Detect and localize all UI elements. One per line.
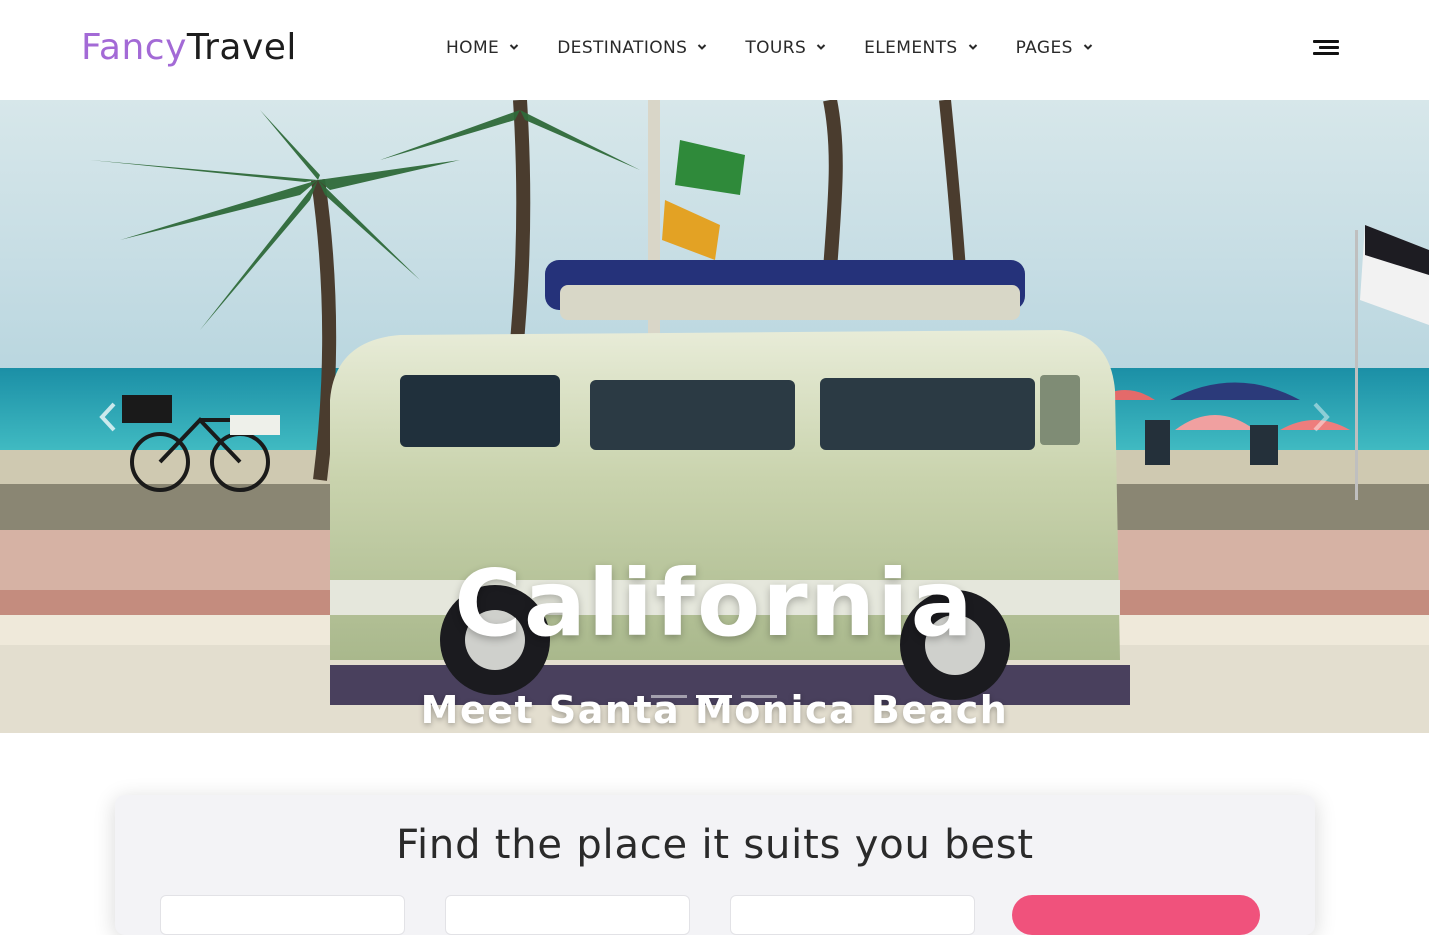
nav-item-pages[interactable]: PAGES bbox=[1016, 36, 1093, 60]
nav-item-elements[interactable]: ELEMENTS bbox=[864, 36, 977, 60]
search-heading: Find the place it suits you best bbox=[396, 822, 1034, 868]
chevron-down-icon bbox=[968, 44, 977, 50]
logo-travel: Travel bbox=[186, 27, 297, 68]
slider-dots bbox=[651, 695, 777, 698]
slider-dot[interactable] bbox=[741, 695, 777, 698]
search-field-1[interactable] bbox=[160, 895, 405, 935]
slider-dot[interactable] bbox=[651, 695, 687, 698]
nav-label: DESTINATIONS bbox=[557, 38, 688, 58]
chevron-down-icon bbox=[816, 44, 826, 50]
nav-label: HOME bbox=[446, 38, 500, 58]
hamburger-icon[interactable] bbox=[1313, 40, 1339, 56]
chevron-down-icon bbox=[509, 44, 519, 50]
chevron-left-icon[interactable] bbox=[94, 400, 124, 434]
search-panel: Find the place it suits you best bbox=[115, 795, 1315, 935]
site-header: FancyTravel HOME DESTINATIONS TOURS ELEM… bbox=[0, 0, 1450, 100]
nav-label: ELEMENTS bbox=[864, 38, 958, 58]
nav-item-tours[interactable]: TOURS bbox=[745, 36, 826, 60]
search-field-3[interactable] bbox=[730, 895, 975, 935]
site-logo[interactable]: FancyTravel bbox=[81, 26, 297, 70]
nav-item-home[interactable]: HOME bbox=[446, 36, 519, 60]
chevron-right-icon[interactable] bbox=[1305, 400, 1335, 434]
chevron-down-icon bbox=[698, 44, 707, 50]
nav-label: TOURS bbox=[745, 38, 807, 58]
logo-fancy: Fancy bbox=[81, 27, 187, 68]
chevron-down-icon bbox=[1083, 44, 1093, 50]
main-nav: HOME DESTINATIONS TOURS ELEMENTS PAGES bbox=[446, 36, 1131, 60]
search-button[interactable] bbox=[1012, 895, 1260, 935]
hero-slider: California Meet Santa Monica Beach bbox=[0, 100, 1429, 733]
nav-label: PAGES bbox=[1015, 38, 1073, 58]
hero-title: California bbox=[454, 550, 975, 657]
search-field-2[interactable] bbox=[445, 895, 690, 935]
nav-item-destinations[interactable]: DESTINATIONS bbox=[557, 36, 707, 60]
slider-dot-active[interactable] bbox=[696, 695, 732, 698]
